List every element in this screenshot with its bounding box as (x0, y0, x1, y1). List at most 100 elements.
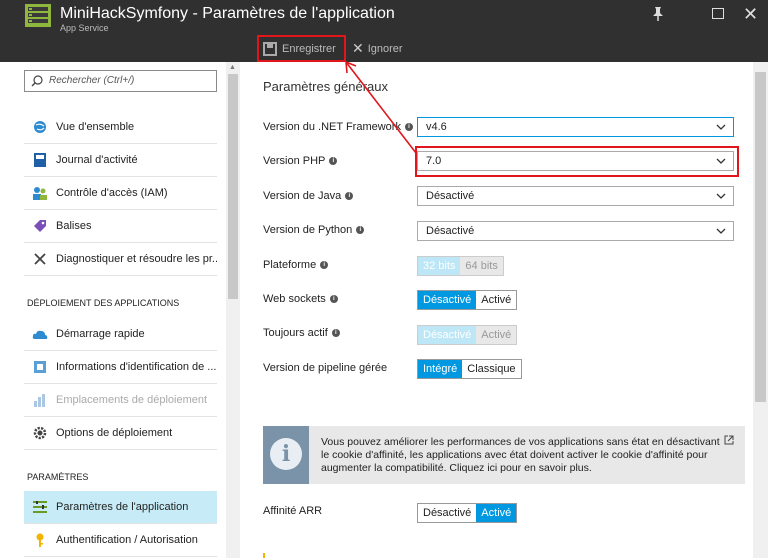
platform-option-64[interactable]: 64 bits (460, 257, 503, 275)
sidebar-item-deployment-slots: Emplacements de déploiement (24, 384, 217, 417)
ignore-label: Ignorer (367, 42, 403, 55)
discard-icon: ✕ (352, 40, 364, 56)
save-label: Enregistrer (282, 42, 336, 55)
key-icon (32, 532, 48, 548)
chevron-down-icon (716, 228, 726, 234)
python-version-value: Désactivé (426, 225, 475, 237)
info-icon[interactable]: i (320, 261, 329, 269)
info-icon[interactable]: i (356, 226, 365, 234)
pipeline-toggle[interactable]: Intégré Classique (417, 359, 522, 379)
sidebar-item-label: Balises (56, 220, 92, 232)
platform-option-32[interactable]: 32 bits (418, 257, 461, 275)
sidebar-item-label: Emplacements de déploiement (56, 394, 208, 406)
info-icon[interactable]: i (345, 192, 354, 200)
net-framework-label-text: Version du .NET Framework (263, 121, 401, 133)
info-banner-icon-area: i (263, 426, 309, 484)
sidebar-item-label: Vue d'ensemble (56, 121, 135, 133)
always-on-toggle[interactable]: Désactivé Activé (417, 325, 518, 345)
chevron-down-icon (716, 124, 726, 130)
save-button[interactable]: Enregistrer (257, 35, 346, 62)
globe-icon (32, 119, 48, 135)
ignore-button[interactable]: ✕ Ignorer (352, 35, 403, 62)
arr-affinity-toggle[interactable]: Désactivé Activé (417, 503, 518, 523)
python-version-label: Version de Python i (263, 224, 365, 236)
sidebar-item-overview[interactable]: Vue d'ensemble (24, 111, 217, 144)
info-banner-text: Vous pouvez améliorer les performances d… (321, 436, 720, 474)
window-subtitle: App Service (60, 23, 109, 33)
net-framework-label: Version du .NET Framework i (263, 121, 413, 133)
always-on-option-on[interactable]: Activé (476, 326, 517, 344)
net-framework-select[interactable]: v4.6 (417, 117, 734, 137)
wrench-icon (32, 251, 48, 267)
info-icon[interactable]: i (331, 329, 340, 337)
gear-icon (32, 425, 48, 441)
arr-option-off[interactable]: Désactivé (418, 504, 477, 522)
settings-list-icon (32, 499, 48, 515)
section-title: Paramètres généraux (263, 79, 389, 94)
external-link-icon[interactable] (724, 435, 734, 445)
log-icon (32, 152, 48, 168)
pipeline-option-classic[interactable]: Classique (462, 360, 521, 378)
search-icon (31, 75, 43, 87)
maximize-icon[interactable] (712, 8, 724, 19)
net-framework-value: v4.6 (426, 121, 447, 133)
search-input[interactable]: Rechercher (Ctrl+/) (24, 70, 217, 92)
close-icon[interactable]: ✕ (743, 2, 758, 26)
websockets-option-off[interactable]: Désactivé (418, 291, 477, 309)
sidebar-item-label: Options de déploiement (56, 427, 173, 439)
sidebar-scrollbar-thumb[interactable] (228, 74, 238, 299)
main-scrollbar-thumb[interactable] (755, 72, 766, 402)
platform-label-text: Plateforme (263, 259, 317, 271)
sidebar-item-label: Authentification / Autorisation (56, 534, 198, 546)
info-icon[interactable]: i (329, 157, 338, 165)
always-on-option-off[interactable]: Désactivé (418, 326, 477, 344)
sidebar-item-deployment-credentials[interactable]: Informations d'identification de ... (24, 351, 217, 384)
java-version-label: Version de Java i (263, 190, 354, 202)
sidebar-item-activity-log[interactable]: Journal d'activité (24, 144, 217, 177)
python-version-label-text: Version de Python (263, 224, 353, 236)
websockets-toggle[interactable]: Désactivé Activé (417, 290, 518, 310)
arr-affinity-label-text: Affinité ARR (263, 505, 323, 517)
php-highlight-annotation (415, 146, 739, 177)
sidebar-item-label: Journal d'activité (56, 154, 138, 166)
command-bar: Enregistrer ✕ Ignorer (0, 33, 768, 62)
sidebar-item-label: Démarrage rapide (56, 328, 145, 340)
sidebar-item-application-settings[interactable]: Paramètres de l'application (24, 491, 217, 524)
tag-icon (32, 218, 48, 234)
info-circle-icon: i (270, 438, 302, 470)
sidebar-item-deployment-options[interactable]: Options de déploiement (24, 417, 217, 450)
sidebar-item-authentication[interactable]: Authentification / Autorisation (24, 524, 217, 557)
search-placeholder: Rechercher (Ctrl+/) (49, 75, 135, 86)
info-icon[interactable]: i (404, 123, 413, 131)
java-version-label-text: Version de Java (263, 190, 342, 202)
always-on-label-text: Toujours actif (263, 327, 328, 339)
scroll-up-arrow-icon[interactable]: ▲ (229, 64, 236, 71)
settings-panel: Paramètres généraux Version du .NET Fram… (241, 62, 768, 558)
websockets-option-on[interactable]: Activé (476, 291, 517, 309)
cloud-icon (32, 326, 48, 342)
section-header-settings: PARAMÈTRES (27, 472, 89, 482)
title-bar: MiniHackSymfony - Paramètres de l'applic… (0, 0, 768, 33)
platform-toggle[interactable]: 32 bits 64 bits (417, 256, 504, 276)
sidebar-item-tags[interactable]: Balises (24, 210, 217, 243)
arr-info-banner[interactable]: i Vous pouvez améliorer les performances… (263, 426, 745, 484)
app-service-logo-icon (25, 4, 51, 27)
pin-icon[interactable] (651, 6, 665, 22)
python-version-select[interactable]: Désactivé (417, 221, 734, 241)
platform-label: Plateforme i (263, 259, 329, 271)
sidebar-item-access-control[interactable]: Contrôle d'accès (IAM) (24, 177, 217, 210)
sidebar-item-label: Contrôle d'accès (IAM) (56, 187, 168, 199)
window-title: MiniHackSymfony - Paramètres de l'applic… (60, 5, 395, 22)
sidebar-item-quickstart[interactable]: Démarrage rapide (24, 318, 217, 351)
pipeline-option-integrated[interactable]: Intégré (418, 360, 463, 378)
chart-icon (32, 392, 48, 408)
chevron-down-icon (716, 193, 726, 199)
php-version-label-text: Version PHP (263, 155, 326, 167)
arr-option-on[interactable]: Activé (476, 504, 517, 522)
info-icon[interactable]: i (329, 295, 338, 303)
sidebar-item-label: Paramètres de l'application (56, 501, 189, 513)
section-header-deployment: DÉPLOIEMENT DES APPLICATIONS (27, 298, 180, 308)
sidebar-item-diagnose[interactable]: Diagnostiquer et résoudre les pr... (24, 243, 217, 276)
java-version-select[interactable]: Désactivé (417, 186, 734, 206)
resource-menu: Rechercher (Ctrl+/) Vue d'ensemble Journ… (0, 62, 240, 558)
